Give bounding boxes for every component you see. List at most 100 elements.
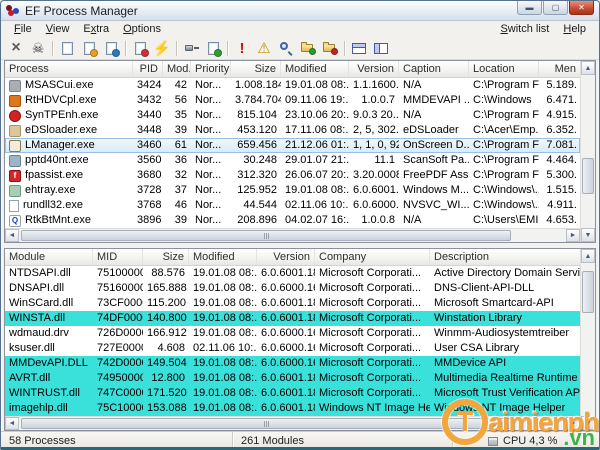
alert-exclamation-icon[interactable]: !	[231, 38, 253, 58]
scroll-left-arrow-icon[interactable]: ◄	[5, 417, 19, 430]
warning-triangle-icon[interactable]: ⚠	[253, 38, 275, 58]
scroll-up-arrow-icon[interactable]: ▲	[581, 61, 595, 75]
column-header-modified[interactable]: Modified	[189, 249, 257, 265]
menu-view[interactable]: View	[39, 23, 77, 35]
hscroll-track[interactable]	[19, 417, 566, 430]
scroll-left-arrow-icon[interactable]: ◄	[5, 229, 19, 242]
kill-process-skull-icon[interactable]: ☠	[27, 38, 49, 58]
hscroll-thumb[interactable]	[21, 418, 512, 429]
cell: C:\Program Fi...	[473, 139, 539, 151]
process-row[interactable]: f fpassist.exe 3680 32 Nor... 312.320 26.06.07…	[5, 168, 580, 183]
cell: 19.01.08 08:...	[193, 312, 257, 324]
scroll-down-arrow-icon[interactable]: ▼	[581, 228, 595, 242]
cell: C:\Windows	[473, 94, 532, 106]
export-report-page-icon[interactable]	[100, 38, 122, 58]
menu-extra[interactable]: Extra	[76, 23, 116, 35]
process-row[interactable]: pptd40nt.exe 3560 36 Nor... 30.248 29.01.07 2…	[5, 153, 580, 168]
hscroll-track[interactable]	[19, 229, 566, 242]
vscroll-track[interactable]	[581, 263, 595, 416]
column-header-version[interactable]: Version	[349, 61, 399, 77]
cell: 3768	[137, 199, 162, 211]
process-row[interactable]: ehtray.exe 3728 37 Nor... 125.952 19.01.08 08…	[5, 183, 580, 198]
column-header-modified[interactable]: Modified	[281, 61, 349, 77]
module-row[interactable]: WINSTA.dll 74DF0000 140.800 19.01.08 08:...…	[5, 311, 580, 326]
module-row[interactable]: WinSCard.dll 73CF0000 115.200 19.01.08 08:.…	[5, 296, 580, 311]
cell: C:\Program Fi...	[473, 154, 539, 166]
column-header-process[interactable]: Process	[5, 61, 133, 77]
column-header-module[interactable]: Module	[5, 249, 93, 265]
cell: 09.11.06 19:...	[285, 94, 349, 106]
scroll-right-arrow-icon[interactable]: ►	[566, 417, 580, 430]
process-row[interactable]: SynTPEnh.exe 3440 35 Nor... 815.104 23.10.06 …	[5, 108, 580, 123]
cell: 56	[174, 94, 187, 106]
vscroll-track[interactable]	[581, 75, 595, 228]
module-hscrollbar[interactable]: ◄ ►	[5, 416, 580, 430]
cell: 6.0.6000.16386...	[261, 357, 315, 369]
cell: 19.01.08 08:...	[193, 282, 257, 294]
process-row[interactable]: RtHDVCpl.exe 3432 56 Nor... 3.784.704 09.11.0…	[5, 93, 580, 108]
module-row[interactable]: wdmaud.drv 726D0000 166.912 19.01.08 08:...…	[5, 326, 580, 341]
column-header-version[interactable]: Version	[257, 249, 315, 265]
scroll-right-arrow-icon[interactable]: ►	[566, 229, 580, 242]
menu-bar: File View Extra Options Switch list Help	[1, 21, 599, 37]
column-header-mod[interactable]: Mod...	[163, 61, 191, 77]
process-row[interactable]: Q RtkBtMnt.exe 3896 39 Nor... 208.896 04.02.07…	[5, 213, 580, 228]
column-header-company[interactable]: Company	[315, 249, 430, 265]
cell: 39	[174, 214, 187, 226]
cpu-value: CPU 4,3 %	[503, 435, 558, 447]
process-hscrollbar[interactable]: ◄ ►	[5, 228, 580, 242]
cell: 19.01.08 08:...	[193, 297, 257, 309]
menu-file[interactable]: File	[7, 23, 39, 35]
process-row[interactable]: MSASCui.exe 3424 42 Nor... 1.008.184 19.01.08…	[5, 78, 580, 93]
split-horizontal-icon[interactable]	[348, 38, 370, 58]
column-header-men[interactable]: Men	[539, 61, 580, 77]
scroll-down-arrow-icon[interactable]: ▼	[581, 416, 595, 430]
cell: 3460	[137, 139, 162, 151]
process-row[interactable]: rundll32.exe 3768 46 Nor... 44.544 02.11.06 1…	[5, 198, 580, 213]
column-header-mid[interactable]: MID	[93, 249, 143, 265]
column-header-description[interactable]: Description	[430, 249, 580, 265]
process-row[interactable]: LManager.exe 3460 61 Nor... 659.456 21.12.06 …	[5, 138, 580, 153]
cell: Windows M...	[403, 184, 469, 196]
module-row[interactable]: ksuser.dll 727E0000 4.608 02.11.06 10:... 6.…	[5, 341, 580, 356]
menu-help[interactable]: Help	[556, 23, 593, 35]
column-header-pid[interactable]: PID	[133, 61, 163, 77]
quick-kill-lightning-icon[interactable]: ⚡	[151, 38, 173, 58]
column-header-size[interactable]: Size	[231, 61, 281, 77]
report-page-icon[interactable]	[56, 38, 78, 58]
process-kill-folder-icon[interactable]	[319, 38, 341, 58]
process-row[interactable]: eDSloader.exe 3448 39 Nor... 453.120 17.11.06…	[5, 123, 580, 138]
module-row[interactable]: imagehlp.dll 75C10000 153.088 19.01.08 08:.…	[5, 401, 580, 416]
split-vertical-icon[interactable]	[370, 38, 392, 58]
hscroll-thumb[interactable]	[21, 230, 512, 241]
search-icon[interactable]	[275, 38, 297, 58]
module-row[interactable]: MMDevAPI.DLL 742D0000 149.504 19.01.08 08:.…	[5, 356, 580, 371]
scroll-up-arrow-icon[interactable]: ▲	[581, 249, 595, 263]
process-ok-folder-icon[interactable]	[297, 38, 319, 58]
module-row[interactable]: WINTRUST.dll 747C0000 171.520 19.01.08 08:.…	[5, 386, 580, 401]
validate-page-icon[interactable]	[129, 38, 151, 58]
save-report-page-icon[interactable]	[78, 38, 100, 58]
module-row[interactable]: NTDSAPI.dll 75100000 88.576 19.01.08 08:...…	[5, 266, 580, 281]
pin-window-icon[interactable]	[180, 38, 202, 58]
column-header-location[interactable]: Location	[469, 61, 539, 77]
cell: C:\Program Fi...	[473, 79, 539, 91]
menu-switch-list[interactable]: Switch list	[493, 23, 556, 35]
module-row[interactable]: DNSAPI.dll 75160000 165.888 19.01.08 08:...…	[5, 281, 580, 296]
menu-options[interactable]: Options	[116, 23, 168, 35]
process-vscrollbar[interactable]: ▲ ▼	[580, 61, 595, 242]
close-x-icon[interactable]: ×	[5, 38, 27, 58]
close-button[interactable]: ✕	[569, 1, 594, 15]
column-header-priority[interactable]: Priority	[191, 61, 231, 77]
process-icon	[9, 139, 21, 152]
refresh-page-icon[interactable]	[202, 38, 224, 58]
column-header-size[interactable]: Size	[143, 249, 189, 265]
minimize-button[interactable]: ▬	[517, 1, 542, 15]
column-header-caption[interactable]: Caption	[399, 61, 469, 77]
maximize-button[interactable]: ▢	[543, 1, 568, 15]
vscroll-thumb[interactable]	[582, 157, 594, 195]
cell: Windows NT Image Helper	[434, 402, 566, 414]
module-vscrollbar[interactable]: ▲ ▼	[580, 249, 595, 430]
vscroll-thumb[interactable]	[582, 270, 594, 314]
module-row[interactable]: AVRT.dll 74950000 12.800 19.01.08 08:... 6.0…	[5, 371, 580, 386]
